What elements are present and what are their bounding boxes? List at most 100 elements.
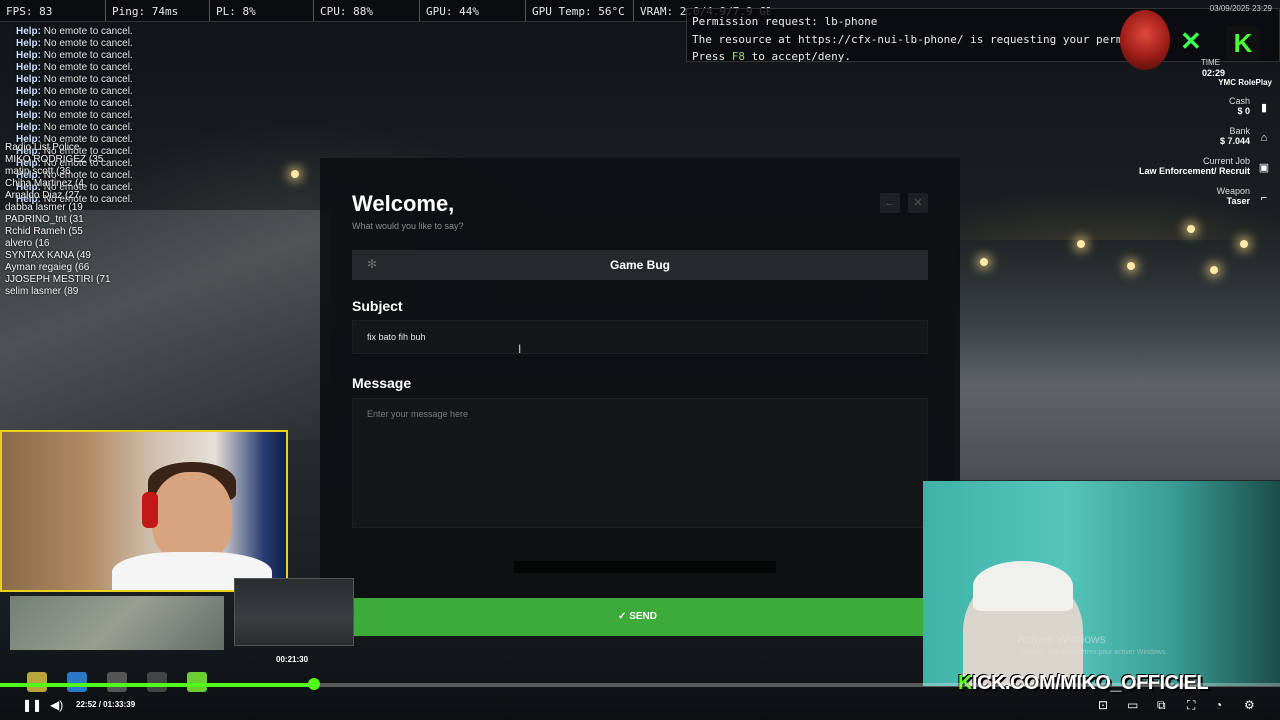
panel-title: Welcome, — [352, 191, 455, 216]
chat-line: Help: No emote to cancel. — [16, 38, 196, 50]
chat-prefix: Help: — [16, 74, 41, 85]
chat-text: No emote to cancel. — [41, 26, 133, 37]
chat-prefix: Help: — [16, 38, 41, 49]
chat-prefix: Help: — [16, 86, 41, 97]
dock-app-icon[interactable] — [147, 672, 167, 692]
category-label: Game Bug — [609, 258, 670, 272]
chat-line: Help: No emote to cancel. — [16, 74, 196, 86]
street-lamp — [1127, 262, 1135, 270]
chat-line: Help: No emote to cancel. — [16, 62, 196, 74]
arrow-left-icon: ← — [884, 197, 896, 209]
cash-value: $ 0 — [1237, 106, 1250, 116]
video-progress-fill — [0, 683, 314, 687]
video-progress-bar[interactable] — [0, 683, 1280, 687]
chat-line: Help: No emote to cancel. — [16, 98, 196, 110]
pip-icon[interactable]: ⧉ — [1157, 698, 1166, 713]
message-input[interactable] — [352, 398, 928, 528]
hud-top: 03/09/2025 23:29 K — [1112, 4, 1272, 64]
dock-app-icon[interactable] — [67, 672, 87, 692]
fullscreen-icon[interactable]: ⛶ — [1187, 698, 1195, 713]
game-scene: FPS: 83 Ping: 74ms PL: 8% CPU: 88% GPU: … — [0, 0, 1280, 720]
weapon-value: Taser — [1226, 196, 1250, 206]
theater-icon[interactable]: ▭ — [1127, 698, 1138, 712]
back-button[interactable]: ← — [880, 193, 900, 213]
pause-icon[interactable]: ❚❚ — [22, 698, 42, 712]
chat-text: No emote to cancel. — [41, 98, 133, 109]
street-lamp — [980, 258, 988, 266]
chat-prefix: Help: — [16, 122, 41, 133]
chat-line: Help: No emote to cancel. — [16, 26, 196, 38]
briefcase-icon: ▣ — [1258, 162, 1270, 174]
hud-job: Current Job Law Enforcement/ Recruit ▣ — [1092, 156, 1272, 176]
activate-windows-subtitle: Accédez aux paramètres pour activer Wind… — [1019, 649, 1168, 656]
send-button[interactable]: SEND — [352, 598, 923, 636]
street-lamp — [1240, 240, 1248, 248]
street-lamp — [291, 170, 299, 178]
chat-text: No emote to cancel. — [41, 86, 133, 97]
radio-list-item: matin scott (36 — [5, 166, 71, 177]
radio-list-item: Ayman regaieg (66 — [5, 262, 90, 273]
volume-icon[interactable]: ◀) — [50, 698, 63, 712]
radio-list-item: JJOSEPH MESTIRI (71 — [5, 274, 111, 285]
cash-amount: 0 — [1244, 106, 1250, 116]
hud-stats: Cash $ 0 ▮ Bank $ 7.044 ⌂ Current Job La… — [1092, 96, 1272, 216]
webcam-cap — [973, 561, 1073, 611]
seek-preview-time: 00:21:30 — [276, 655, 309, 664]
message-label: Message — [352, 375, 412, 391]
bank-amount: 7.044 — [1227, 136, 1250, 146]
total-time: 01:33:39 — [103, 700, 136, 709]
scene-background-right — [955, 240, 1280, 480]
report-panel: Welcome, What would you like to say? ← ✕… — [320, 158, 960, 598]
wallet-icon: ▮ — [1260, 102, 1268, 114]
panel-scrollbar[interactable] — [514, 561, 776, 573]
dock-app-icon[interactable] — [107, 672, 127, 692]
chat-line: Help: No emote to cancel. — [16, 50, 196, 62]
category-select[interactable]: ✻ Game Bug — [352, 250, 928, 280]
ping-stat: Ping: 74ms — [106, 0, 210, 21]
settings-gear-icon[interactable]: ⚙ — [1244, 698, 1255, 712]
chat-prefix: Help: — [16, 26, 41, 37]
time-label: TIME — [1200, 58, 1220, 67]
chat-prefix: Help: — [16, 50, 41, 61]
permission-suffix: to accept/deny. — [745, 50, 851, 63]
webcam-face — [152, 472, 232, 562]
clip-icon[interactable]: ⊡ — [1098, 698, 1108, 712]
gun-icon: ⌐ — [1260, 192, 1268, 204]
street-lamp — [1210, 266, 1218, 274]
radio-list-item: dabba lasmer (19 — [5, 202, 83, 213]
subject-label: Subject — [352, 298, 403, 314]
gpu-temp-stat: GPU Temp: 56°C — [526, 0, 634, 21]
player-controls: ❚❚ ◀) 22:52 / 01:33:39 ⊡ ▭ ⧉ ⛶ ◔ ⚙ — [0, 694, 1280, 720]
streamer-webcam — [0, 430, 288, 592]
bug-icon: ✻ — [366, 257, 378, 271]
minimap — [10, 596, 224, 650]
current-time: 22:52 — [76, 700, 97, 709]
radio-list-item: Arnaldo Diaz (27 — [5, 190, 80, 201]
performance-overlay: FPS: 83 Ping: 74ms PL: 8% CPU: 88% GPU: … — [0, 0, 770, 22]
chat-line: Help: No emote to cancel. — [16, 86, 196, 98]
server-name: YMC RolePlay — [1218, 78, 1272, 87]
dock-app-icon[interactable] — [27, 672, 47, 692]
activate-windows-title: Activer Windows — [1017, 632, 1106, 646]
gpu-stat: GPU: 44% — [420, 0, 526, 21]
close-icon: ✕ — [913, 197, 923, 209]
chat-text: No emote to cancel. — [41, 110, 133, 121]
bank-icon: ⌂ — [1260, 132, 1268, 144]
bank-label: Bank — [1229, 126, 1250, 136]
radio-list-item: alvero (16 — [5, 238, 50, 249]
text-cursor-icon: I — [518, 342, 522, 356]
headset — [142, 492, 158, 528]
radio-list-item: PADRINO_tnt (31 — [5, 214, 84, 225]
video-progress-handle[interactable] — [307, 678, 320, 690]
chat-text: No emote to cancel. — [41, 122, 133, 133]
speed-icon[interactable]: ◔ — [1215, 698, 1222, 712]
date-time: 03/09/2025 23:29 — [1209, 4, 1272, 13]
close-button[interactable]: ✕ — [908, 193, 928, 213]
radio-list: Radio List Police MIKO RODRIGEZ (35 matin … — [5, 142, 155, 298]
subject-input[interactable] — [352, 320, 928, 354]
dock-app-icon[interactable] — [187, 672, 207, 692]
permission-key: F8 — [731, 50, 745, 63]
hud-cash: Cash $ 0 ▮ — [1092, 96, 1272, 116]
hud-weapon: Weapon Taser ⌐ — [1092, 186, 1272, 206]
seek-preview-thumbnail — [234, 578, 354, 646]
